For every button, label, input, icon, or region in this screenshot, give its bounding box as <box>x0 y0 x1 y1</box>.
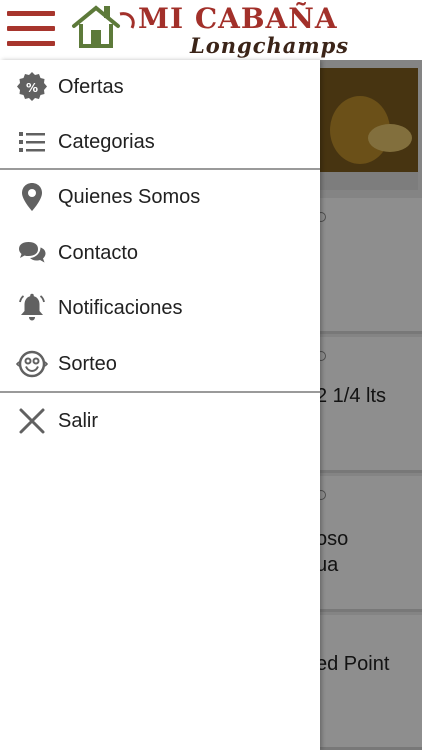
menu-toggle-button[interactable] <box>7 9 55 49</box>
menu-item-label: Notificaciones <box>58 297 183 319</box>
menu-item-label: Categorias <box>58 131 155 153</box>
svg-text:%: % <box>26 81 38 95</box>
logo-title: MI CABAÑA <box>138 2 338 35</box>
menu-item-ofertas[interactable]: % Ofertas <box>0 62 320 112</box>
menu-divider <box>0 168 320 170</box>
menu-item-label: Salir <box>58 410 99 432</box>
close-icon <box>16 405 48 437</box>
hamburger-line <box>7 26 55 31</box>
menu-item-salir[interactable]: Salir <box>0 396 320 446</box>
hamburger-line <box>7 11 55 16</box>
menu-item-label: Sorteo <box>58 353 117 375</box>
chat-bubbles-icon <box>16 237 48 269</box>
logo-subtitle: Longchamps <box>190 33 350 58</box>
menu-item-contacto[interactable]: Contacto <box>0 228 320 278</box>
list-icon <box>16 126 48 158</box>
menu-divider <box>0 391 320 393</box>
location-pin-icon <box>16 181 48 213</box>
menu-item-label: Quienes Somos <box>58 186 201 208</box>
navigation-drawer: % Ofertas Categorias Quienes Somos Conta… <box>0 60 320 750</box>
menu-item-label: Ofertas <box>58 76 124 98</box>
menu-item-notificaciones[interactable]: Notificaciones <box>0 283 320 333</box>
percent-badge-icon: % <box>16 71 48 103</box>
menu-item-categorias[interactable]: Categorias <box>0 117 320 167</box>
hamburger-line <box>7 41 55 46</box>
menu-item-quienes-somos[interactable]: Quienes Somos <box>0 172 320 222</box>
bell-icon <box>16 292 48 324</box>
menu-item-label: Contacto <box>58 242 139 264</box>
smiley-icon <box>16 348 48 380</box>
brand-logo[interactable]: MI CABAÑA Longchamps <box>70 0 415 60</box>
cabin-logo-icon <box>72 5 135 48</box>
menu-item-sorteo[interactable]: Sorteo <box>0 339 320 389</box>
app-header: MI CABAÑA Longchamps <box>0 0 422 60</box>
